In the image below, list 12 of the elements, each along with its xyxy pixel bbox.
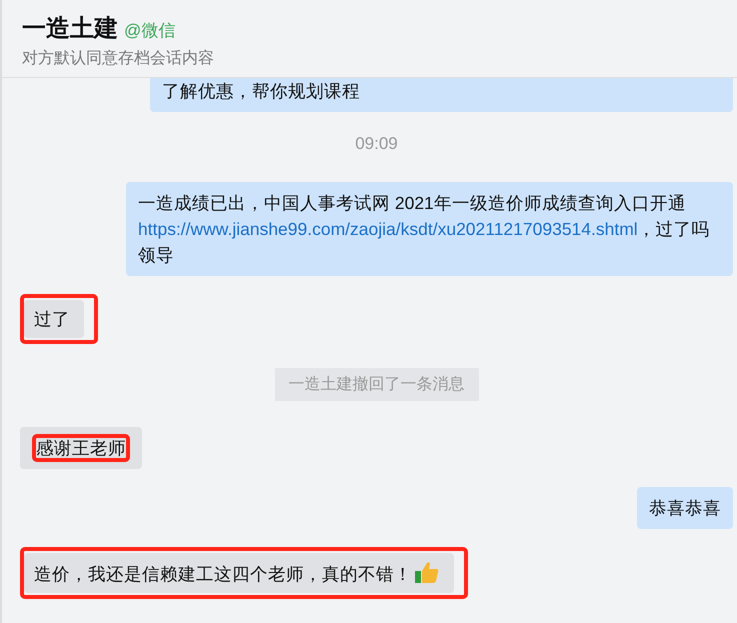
message-bubble: 过了 <box>24 300 84 338</box>
message-bubble: 造价，我还是信赖建工这四个老师，真的不错！ <box>24 553 454 593</box>
recall-notice: 一造土建撤回了一条消息 <box>274 368 478 401</box>
message-bubble: 恭喜恭喜 <box>637 487 733 529</box>
message-bubble: 一造成绩已出，中国人事考试网 2021年一级造价师成绩查询入口开通 https://www.jianshe99.com/zaojia/ksdt/xu20211217093514.shtml，过了吗领导 <box>126 182 733 276</box>
highlight-frame: 感谢王老师 <box>32 434 130 462</box>
timestamp: 09:09 <box>355 134 398 154</box>
chat-title: 一造土建 <box>22 14 118 44</box>
source-label: @微信 <box>124 20 176 42</box>
message-bubble: 了解优惠，帮你规划课程 <box>150 78 733 112</box>
link[interactable]: https://www.jianshe99.com/zaojia/ksdt/xu20211217093514.shtml <box>138 219 638 239</box>
archive-notice: 对方默认同意存档会话内容 <box>22 48 215 69</box>
